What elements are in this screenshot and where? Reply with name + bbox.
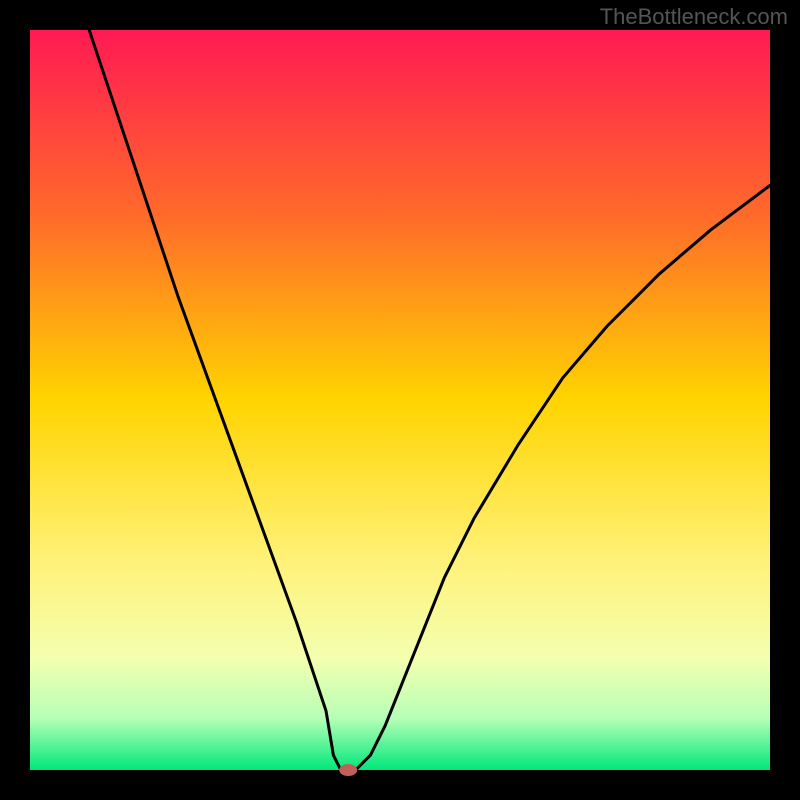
optimal-marker [339,764,357,776]
bottleneck-chart [0,0,800,800]
chart-plot-area [30,30,770,770]
watermark-text: TheBottleneck.com [600,4,788,30]
chart-container: TheBottleneck.com [0,0,800,800]
